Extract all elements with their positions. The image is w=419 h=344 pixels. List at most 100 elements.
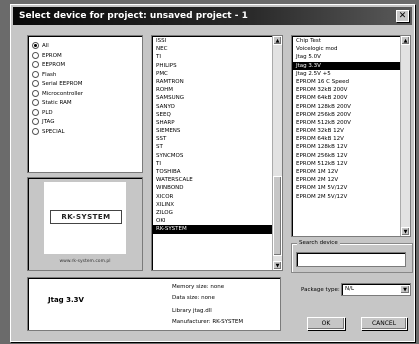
device-info-panel: Jtag 3.3V Memory size: none Data size: n… (27, 277, 281, 331)
list-item[interactable]: XICOR (153, 193, 272, 201)
dialog-titlebar: Select device for project: unsaved proje… (13, 7, 412, 25)
package-type-label: Package type: (301, 287, 340, 293)
info-memory-size: Memory size: none (172, 284, 225, 290)
list-item[interactable]: SST (153, 135, 272, 143)
scroll-up-icon[interactable]: ▲ (401, 36, 410, 45)
device-type-option[interactable]: EEPROM (28, 61, 142, 71)
radio-icon[interactable] (32, 99, 39, 106)
device-type-option[interactable]: PLD (28, 108, 142, 119)
manufacturer-items: ISSI NEC TI PHILIPS PMC RAMTRON ROHM SAMSUNG SAN… (153, 37, 272, 234)
list-item[interactable]: NEC (153, 45, 272, 53)
list-item[interactable]: EPROM 2M 5V/12V (293, 193, 400, 201)
list-item[interactable]: Chip Test (293, 37, 400, 45)
list-item[interactable]: TOSHIBA (153, 168, 272, 176)
device-type-option[interactable]: All (28, 42, 142, 52)
device-type-option[interactable]: Static RAM (28, 99, 142, 109)
list-item[interactable]: ROHM (153, 86, 272, 94)
search-group: Search device (291, 240, 413, 273)
device-type-label: SPECIAL (42, 128, 65, 135)
search-label: Search device (297, 240, 340, 246)
device-type-label: Serial EEPROM (42, 81, 83, 87)
radio-icon[interactable] (32, 127, 39, 135)
package-type-select[interactable]: N/L ▼ (341, 283, 411, 296)
list-item[interactable]: Jtag 3.3V (293, 61, 400, 70)
scroll-down-icon[interactable]: ▼ (401, 227, 410, 236)
list-item[interactable]: EPROM 1M 12V (293, 168, 400, 176)
radio-icon[interactable] (32, 80, 39, 87)
list-item[interactable]: SAMSUNG (153, 94, 272, 102)
list-item[interactable]: TI (153, 160, 272, 168)
device-type-label: All (42, 43, 49, 49)
list-item[interactable]: SYNCMOS (153, 152, 272, 160)
list-item[interactable]: EPROM 512kB 12V (293, 160, 400, 168)
cancel-button[interactable]: CANCEL (361, 317, 407, 330)
list-item[interactable]: SANYO (153, 103, 272, 111)
device-type-label: Flash (42, 71, 57, 78)
list-item[interactable]: EPROM 64kB 12V (293, 135, 400, 143)
radio-icon[interactable] (32, 70, 39, 78)
package-type-value: N/L (345, 286, 355, 292)
list-item[interactable]: EPROM 256kB 200V (293, 111, 400, 119)
scroll-thumb[interactable] (273, 176, 282, 256)
radio-icon[interactable] (32, 118, 39, 125)
device-type-option[interactable]: Microcontroller (28, 89, 142, 100)
list-item[interactable]: EPROM 1M 5V/12V (293, 184, 400, 192)
list-item[interactable]: SHARP (153, 119, 272, 127)
scroll-up-icon[interactable]: ▲ (273, 36, 282, 45)
device-type-option[interactable]: JTAG (28, 118, 142, 128)
list-item[interactable]: EPROM 128kB 12V (293, 143, 400, 151)
list-item[interactable]: EPROM 256kB 12V (293, 152, 400, 160)
info-data-size: Data size: none (172, 295, 215, 301)
device-list[interactable]: Chip Test Voicelogic mod Jtag 5.0V Jtag 3.3… (291, 35, 411, 237)
chevron-down-icon[interactable]: ▼ (400, 285, 410, 294)
device-type-option[interactable]: EPROM (28, 51, 142, 62)
info-manufacturer: Manufacturer: RK-SYSTEM (172, 319, 244, 325)
list-item[interactable]: ZILOG (153, 209, 272, 217)
device-scrollbar[interactable]: ▲ ▼ (400, 36, 410, 236)
list-item[interactable]: TI (153, 53, 272, 61)
info-library: Library jtag.dll (172, 308, 212, 314)
list-item[interactable]: EPROM 32kB 200V (293, 86, 400, 94)
list-item[interactable]: XILINX (153, 201, 272, 209)
dialog-title: Select device for project: unsaved proje… (19, 11, 248, 21)
radio-icon[interactable] (32, 42, 39, 49)
list-item[interactable]: EPROM 64kB 200V (293, 94, 400, 102)
radio-icon[interactable] (32, 51, 39, 59)
list-item[interactable]: RK-SYSTEM (153, 225, 272, 234)
list-item[interactable]: WATERSCALE (153, 176, 272, 184)
device-type-option[interactable]: Flash (28, 70, 142, 81)
list-item[interactable]: ST (153, 143, 272, 151)
device-type-label: PLD (42, 109, 53, 116)
scroll-down-icon[interactable]: ▼ (273, 261, 282, 270)
list-item[interactable]: Jtag 5.0V (293, 53, 400, 61)
list-item[interactable]: EPROM 32kB 12V (293, 127, 400, 135)
list-item[interactable]: EPROM 512kB 200V (293, 119, 400, 127)
ok-button[interactable]: OK (307, 317, 345, 330)
list-item[interactable]: WINBOND (153, 184, 272, 192)
list-item[interactable]: Voicelogic mod (293, 45, 400, 53)
logo-panel: RK-SYSTEM www.rk-system.com.pl (27, 177, 143, 271)
list-item[interactable]: EPROM 16 C Speed (293, 78, 400, 86)
device-type-label: JTAG (42, 119, 55, 125)
radio-icon[interactable] (32, 89, 39, 97)
device-type-label: EEPROM (42, 62, 66, 68)
list-item[interactable]: OKI (153, 217, 272, 225)
radio-icon[interactable] (32, 61, 39, 68)
list-item[interactable]: SIEMENS (153, 127, 272, 135)
close-button[interactable]: ✕ (396, 10, 409, 22)
list-item[interactable]: PMC (153, 70, 272, 78)
radio-icon[interactable] (32, 108, 39, 116)
list-item[interactable]: ISSI (153, 37, 272, 45)
device-type-option[interactable]: Serial EEPROM (28, 80, 142, 90)
device-type-option[interactable]: SPECIAL (28, 127, 142, 138)
list-item[interactable]: RAMTRON (153, 78, 272, 86)
manufacturer-list[interactable]: ISSI NEC TI PHILIPS PMC RAMTRON ROHM SAMSUNG SAN… (151, 35, 283, 271)
list-item[interactable]: PHILIPS (153, 62, 272, 70)
manufacturer-scrollbar[interactable]: ▲ ▼ (272, 36, 282, 270)
device-type-panel: All EPROM EEPROM Flash Serial EEPROM Microcon… (27, 35, 143, 173)
list-item[interactable]: SEEQ (153, 111, 272, 119)
list-item[interactable]: EPROM 128kB 200V (293, 103, 400, 111)
list-item[interactable]: Jtag 2.5V +5 (293, 70, 400, 78)
list-item[interactable]: EPROM 2M 12V (293, 176, 400, 184)
search-input[interactable] (296, 252, 406, 267)
